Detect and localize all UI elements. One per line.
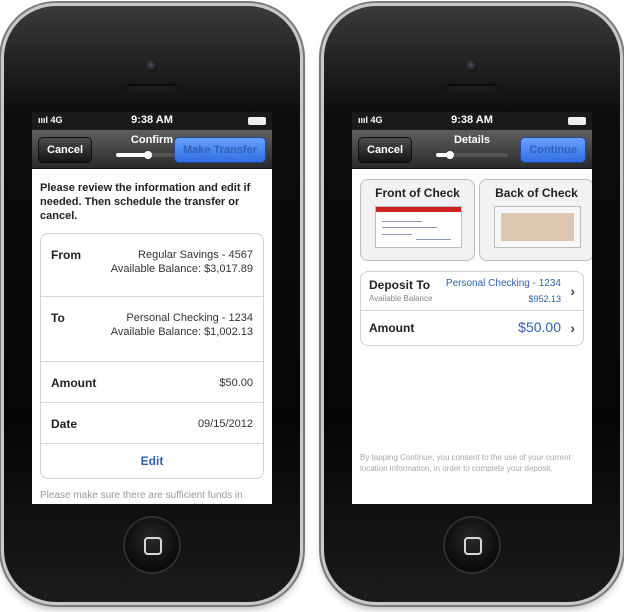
consent-note: By tapping Continue, you consent to the … [360, 453, 571, 473]
disclaimer-text: Please make sure there are sufficient fu… [40, 490, 246, 504]
front-of-check-label: Front of Check [375, 186, 460, 200]
status-time: 9:38 AM [451, 114, 493, 126]
to-account: Personal Checking - 1234 [126, 312, 253, 324]
battery-icon [568, 117, 586, 125]
continue-button[interactable]: Continue [520, 137, 586, 163]
row-date: Date 09/15/2012 [41, 403, 263, 444]
camera-icon [466, 60, 478, 72]
home-button[interactable] [445, 518, 499, 572]
chevron-right-icon: › [570, 320, 575, 336]
home-button[interactable] [125, 518, 179, 572]
from-account: Regular Savings - 4567 [138, 249, 253, 261]
back-of-check-label: Back of Check [495, 186, 578, 200]
check-capture-area: Front of Check Back of Check [352, 169, 592, 263]
amount-value: $50.00 [219, 377, 253, 389]
date-label: Date [51, 417, 78, 431]
back-check-image [494, 206, 581, 248]
transfer-summary-card: From Regular Savings - 4567 Available Ba… [40, 233, 264, 479]
edit-button[interactable]: Edit [41, 444, 263, 478]
battery-icon [248, 117, 266, 125]
nav-bar: Cancel Confirm Make Transfer [32, 130, 272, 169]
camera-icon [146, 60, 158, 72]
to-balance: Available Balance: $1,002.13 [110, 326, 253, 338]
row-amount: Amount $50.00 [41, 362, 263, 403]
intro-text: Please review the information and edit i… [40, 182, 251, 222]
speaker-grille [127, 84, 177, 91]
amount-value: $50.00 [518, 319, 561, 335]
from-label: From [51, 248, 81, 262]
phone-left: ıııl 4G 9:38 AM Cancel Confirm Make Tran… [4, 6, 300, 602]
row-to: To Personal Checking - 1234 Available Ba… [41, 297, 263, 362]
make-transfer-button[interactable]: Make Transfer [174, 137, 266, 163]
deposit-to-label: Deposit To [369, 278, 431, 292]
row-deposit-to[interactable]: Deposit To Available Balance Personal Ch… [361, 272, 583, 311]
front-check-image [375, 206, 462, 248]
chevron-right-icon: › [570, 283, 575, 299]
deposit-details-card: Deposit To Available Balance Personal Ch… [360, 271, 584, 346]
step-progress [436, 151, 508, 159]
available-balance-value: $952.13 [528, 294, 561, 304]
phone-right: ıııl 4G 9:38 AM Cancel Details Continue … [324, 6, 620, 602]
row-amount[interactable]: Amount $50.00 › [361, 311, 583, 345]
from-balance: Available Balance: $3,017.89 [110, 263, 253, 275]
row-from: From Regular Savings - 4567 Available Ba… [41, 234, 263, 297]
front-of-check-button[interactable]: Front of Check [360, 179, 475, 261]
amount-label: Amount [51, 376, 97, 390]
speaker-grille [447, 84, 497, 91]
amount-label: Amount [369, 321, 415, 335]
status-bar: ıııl 4G 9:38 AM [32, 112, 272, 130]
date-value: 09/15/2012 [197, 418, 253, 430]
available-balance-label: Available Balance [369, 294, 433, 303]
step-progress-dot [446, 151, 455, 159]
back-of-check-button[interactable]: Back of Check [479, 179, 592, 261]
status-bar: ıııl 4G 9:38 AM [352, 112, 592, 130]
home-square-icon [144, 537, 162, 555]
screen-confirm: ıııl 4G 9:38 AM Cancel Confirm Make Tran… [32, 112, 272, 504]
home-square-icon [464, 537, 482, 555]
status-time: 9:38 AM [131, 114, 173, 126]
deposit-account: Personal Checking - 1234 [445, 278, 561, 289]
row-edit: Edit [41, 444, 263, 478]
nav-bar: Cancel Details Continue [352, 130, 592, 169]
step-progress-dot [144, 151, 153, 159]
screen-details: ıııl 4G 9:38 AM Cancel Details Continue … [352, 112, 592, 504]
to-label: To [51, 311, 65, 325]
